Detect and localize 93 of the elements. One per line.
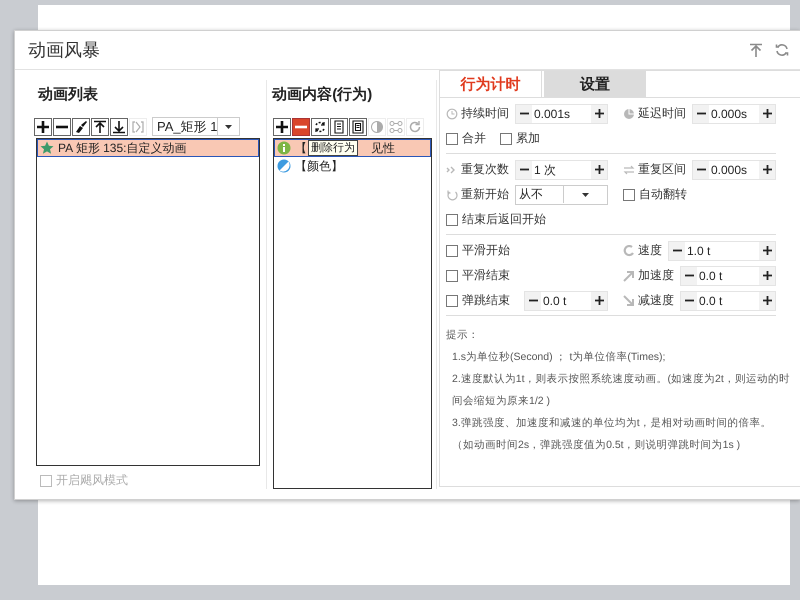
hint-text: 3.弹跳强度、加速度和减速的单位均为t，是相对动画时间的倍率。（如动画时间2s，弹跳强度值为0.5t，则说明弹跳时间为1s ): [451, 416, 773, 453]
loop-icon: [313, 120, 328, 134]
remove-button[interactable]: [292, 118, 310, 136]
decel-icon: [623, 294, 635, 306]
field-label: 速度: [638, 242, 662, 259]
pie-icon: [623, 108, 635, 120]
plus-icon: [762, 109, 772, 118]
checkbox[interactable]: [446, 294, 458, 306]
bracket-icon: [131, 120, 145, 134]
checkbox[interactable]: [446, 270, 458, 282]
checkbox[interactable]: [446, 132, 458, 144]
document-framed-button[interactable]: [349, 118, 368, 136]
clock-icon: [446, 108, 458, 120]
plus-icon: [762, 246, 772, 255]
add-button[interactable]: [273, 118, 292, 136]
field-label: 持续时间: [461, 105, 509, 122]
document-button[interactable]: [330, 118, 348, 136]
section-heading: 动画内容(行为): [270, 85, 374, 105]
stepper-field[interactable]: 0.0 t: [680, 266, 776, 286]
checkbox-label: 结束后返回开始: [462, 211, 546, 228]
field-label: 减速度: [638, 292, 674, 309]
plus-icon: [594, 296, 604, 305]
window-title: 动画风暴: [28, 39, 101, 62]
hint-title: 提示：: [446, 328, 480, 343]
remove-button[interactable]: [53, 118, 71, 136]
section-heading: 动画列表: [36, 85, 99, 105]
refresh-icon: [408, 120, 422, 134]
field-label: 重复次数: [461, 161, 509, 178]
plus-icon: [594, 165, 604, 174]
tooltip: 删除行为: [308, 140, 358, 156]
hint-text: 2.速度默认为1t，则表示按照系统速度动画。(如速度为2t，则运动的时间会缩短为原来1/2 ): [451, 372, 791, 409]
stepper-field[interactable]: 1 次: [515, 160, 608, 180]
stepper-field[interactable]: 0.0 t: [680, 290, 776, 310]
stepper-field[interactable]: 0.000s: [692, 160, 776, 180]
add-button[interactable]: [34, 118, 52, 136]
loop-button[interactable]: [311, 118, 330, 136]
document-icon: [332, 120, 346, 134]
contrast-icon: [370, 120, 384, 134]
info-icon: [277, 141, 292, 155]
checkbox-label: 自动翻转: [639, 186, 687, 203]
star-icon: [40, 141, 54, 155]
nodes-icon: [389, 120, 404, 134]
refresh-button[interactable]: [774, 42, 790, 58]
list-item[interactable]: 【颜色】: [274, 157, 431, 175]
brush-button[interactable]: [72, 118, 90, 136]
checkbox-label: 开启飓风模式: [56, 472, 128, 489]
dropdown[interactable]: PA_矩形 1: [152, 117, 240, 136]
field-label: 加速度: [638, 267, 674, 284]
caret-icon: [225, 124, 232, 128]
field-label: 重复区间: [638, 161, 686, 178]
color-icon: [277, 159, 292, 173]
stepper-field[interactable]: 0.0 t: [524, 290, 608, 310]
tab[interactable]: 设置: [544, 71, 646, 97]
caret-icon: [582, 192, 589, 196]
stepper-field[interactable]: 0.000s: [692, 104, 776, 124]
move-bottom-button[interactable]: [110, 118, 128, 136]
brush-icon: [74, 120, 88, 134]
swap-icon: [623, 164, 635, 176]
add-icon: [36, 120, 50, 134]
checkbox-label: 弹跳结束: [462, 292, 510, 309]
checkbox-label: 累加: [516, 130, 540, 147]
plus-icon: [762, 271, 772, 280]
pin-top-icon: [748, 42, 764, 58]
behavior-label: 见性: [371, 140, 396, 156]
hint-text: 1.s为单位秒(Second) ； t为单位倍率(Times);: [451, 350, 666, 365]
checkbox[interactable]: [446, 214, 458, 226]
checkbox[interactable]: [446, 244, 458, 256]
checkbox-label: 合并: [462, 130, 486, 147]
checkbox[interactable]: [500, 132, 512, 144]
pin-top-button[interactable]: [748, 42, 764, 58]
plus-icon: [762, 296, 772, 305]
field-label: 重新开始: [461, 186, 509, 203]
field-label: 延迟时间: [638, 105, 686, 122]
move-top-icon: [93, 120, 107, 134]
speed-icon: [623, 244, 635, 256]
behavior-label: 【颜色】: [295, 158, 344, 174]
move-bottom-icon: [112, 120, 126, 134]
add-icon: [275, 120, 290, 134]
refresh-icon: [774, 42, 790, 58]
document-framed-icon: [351, 120, 366, 134]
behavior-label: 【: [295, 140, 308, 156]
dropdown[interactable]: 从不: [515, 184, 608, 204]
checkbox[interactable]: [623, 188, 635, 200]
list-item[interactable]: PA 矩形 135:自定义动画: [37, 139, 260, 157]
checkbox-label: 平滑结束: [462, 267, 510, 284]
stepper-field[interactable]: 1.0 t: [668, 240, 776, 260]
accel-icon: [623, 270, 635, 282]
move-top-button[interactable]: [91, 118, 109, 136]
plus-icon: [762, 165, 772, 174]
plus-icon: [594, 109, 604, 118]
checkbox-label: 平滑开始: [462, 242, 510, 259]
stepper-field[interactable]: 0.001s: [515, 104, 608, 124]
restart-icon: [446, 188, 458, 200]
